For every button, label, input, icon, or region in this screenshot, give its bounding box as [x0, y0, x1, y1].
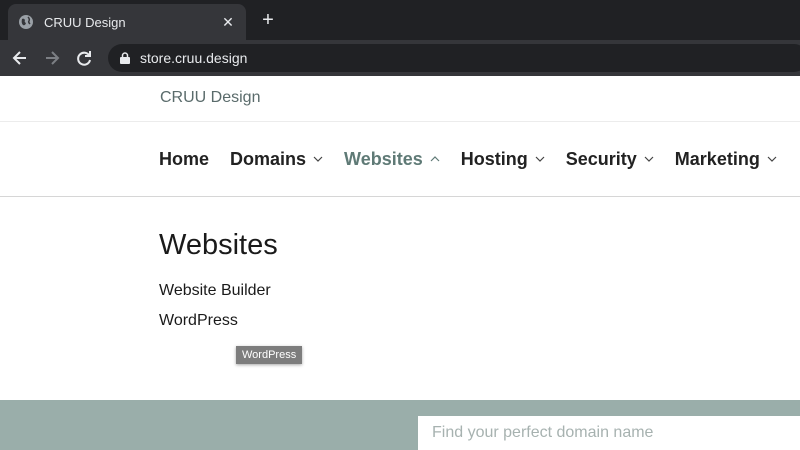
chevron-up-icon	[430, 156, 440, 162]
nav-item-security[interactable]: Security	[566, 149, 654, 170]
main-nav: Home Domains Websites Hosting Security M…	[159, 146, 777, 172]
nav-item-label: Marketing	[674, 148, 760, 169]
chevron-down-icon	[313, 156, 323, 162]
website-builder-link[interactable]: Website Builder	[159, 282, 271, 300]
new-tab-icon[interactable]: +	[258, 10, 278, 30]
back-icon[interactable]	[10, 48, 30, 68]
header-divider	[0, 121, 800, 122]
nav-item-home[interactable]: Home	[159, 149, 209, 170]
tab-title: CRUU Design	[44, 14, 126, 30]
url-text: store.cruu.design	[140, 50, 248, 66]
browser-toolbar: store.cruu.design	[0, 40, 800, 76]
close-tab-icon[interactable]: ✕	[220, 14, 236, 31]
forward-icon[interactable]	[42, 48, 62, 68]
wordpress-link[interactable]: WordPress	[159, 312, 238, 330]
address-bar[interactable]: store.cruu.design	[108, 44, 800, 72]
chevron-down-icon	[767, 156, 777, 162]
nav-item-websites[interactable]: Websites	[344, 149, 440, 170]
lock-icon	[120, 52, 130, 64]
site-title[interactable]: CRUU Design	[160, 89, 260, 107]
nav-item-label: Home	[159, 148, 210, 169]
chevron-down-icon	[535, 156, 545, 162]
nav-item-marketing[interactable]: Marketing	[675, 149, 777, 170]
nav-item-label: Security	[565, 148, 637, 169]
dropdown-heading: Websites	[159, 229, 278, 261]
nav-divider	[0, 196, 800, 197]
browser-tab[interactable]: CRUU Design ✕	[8, 4, 246, 40]
domain-search-input[interactable]	[418, 416, 800, 450]
tooltip: WordPress	[236, 346, 303, 364]
nav-item-label: Hosting	[460, 148, 528, 169]
nav-item-hosting[interactable]: Hosting	[461, 149, 545, 170]
browser-tab-bar: CRUU Design ✕ +	[0, 0, 800, 40]
globe-icon	[19, 15, 33, 29]
nav-item-label: Domains	[230, 148, 307, 169]
nav-item-label: Websites	[344, 148, 423, 169]
nav-item-domains[interactable]: Domains	[230, 149, 323, 170]
chevron-down-icon	[644, 156, 654, 162]
reload-icon[interactable]	[74, 48, 94, 68]
